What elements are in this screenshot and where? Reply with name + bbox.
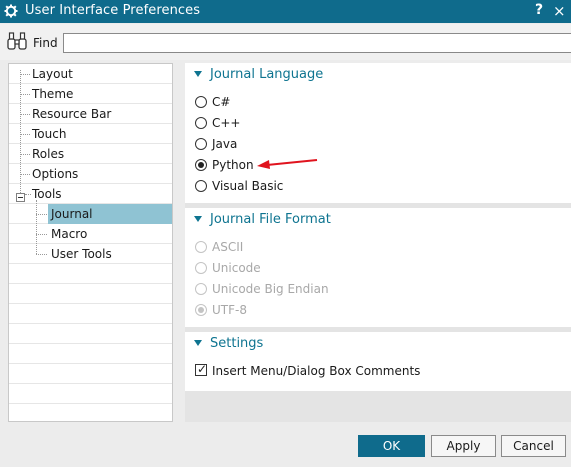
journal-file-format-title: Journal File Format	[210, 212, 331, 227]
tree-item-touch[interactable]: Touch	[32, 127, 66, 141]
radio-button-icon[interactable]	[195, 96, 207, 108]
apply-button[interactable]: Apply	[431, 435, 496, 457]
collapse-arrow-icon	[194, 71, 202, 77]
red-arrow-annotation	[257, 159, 318, 169]
radio-button-disabled-icon	[195, 241, 207, 253]
close-button[interactable]: ×	[553, 2, 566, 20]
title-bar: User Interface Preferences ? ×	[0, 0, 571, 23]
radio-button-disabled-icon	[195, 262, 207, 274]
settings-title: Settings	[210, 336, 264, 351]
radio-unicode-big-endian-label: Unicode Big Endian	[212, 282, 329, 296]
find-label: Find	[33, 36, 58, 50]
tree-item-journal[interactable]: Journal	[51, 207, 93, 221]
journal-language-title: Journal Language	[210, 67, 324, 82]
checkbox-checked-icon[interactable]: ✓	[195, 362, 208, 376]
help-button[interactable]: ?	[535, 2, 543, 18]
tree-item-roles[interactable]: Roles	[32, 147, 64, 161]
radio-python-label: Python	[212, 158, 254, 172]
journal-language-section: Journal Language C# C++ Java Python Visu…	[185, 63, 571, 203]
radio-cpp-label: C++	[212, 116, 241, 130]
binoculars-icon[interactable]	[6, 30, 28, 52]
radio-unicode-label: Unicode	[212, 261, 261, 275]
window-title: User Interface Preferences	[25, 3, 201, 18]
radio-ascii-label: ASCII	[212, 240, 244, 254]
radio-java-label: Java	[212, 137, 238, 151]
radio-button-disabled-selected-icon	[195, 304, 207, 316]
find-bar: Find	[0, 24, 571, 60]
settings-section: Settings ✓ Insert Menu/Dialog Box Commen…	[185, 332, 571, 391]
gear-icon	[4, 4, 18, 18]
tree-item-theme[interactable]: Theme	[32, 87, 73, 101]
tree-item-tools[interactable]: Tools	[32, 187, 62, 201]
tree-item-user-tools[interactable]: User Tools	[51, 247, 112, 261]
collapse-tools-toggle[interactable]	[16, 193, 25, 202]
radio-button-disabled-icon	[195, 283, 207, 295]
tree-item-layout[interactable]: Layout	[32, 67, 73, 81]
preferences-tree: Layout Theme Resource Bar Touch Roles Op…	[8, 63, 173, 422]
settings-header[interactable]: Settings	[185, 332, 571, 356]
journal-language-header[interactable]: Journal Language	[185, 63, 571, 87]
radio-button-selected-icon[interactable]	[195, 159, 207, 171]
cancel-button[interactable]: Cancel	[501, 435, 566, 457]
ok-button[interactable]: OK	[358, 435, 425, 457]
radio-button-icon[interactable]	[195, 180, 207, 192]
preferences-panel: Journal Language C# C++ Java Python Visu…	[185, 63, 571, 422]
radio-visual-basic-label: Visual Basic	[212, 179, 284, 193]
collapse-arrow-icon	[194, 216, 202, 222]
find-input[interactable]	[63, 33, 571, 53]
journal-file-format-header[interactable]: Journal File Format	[185, 208, 571, 232]
collapse-arrow-icon	[194, 340, 202, 346]
tree-item-macro[interactable]: Macro	[51, 227, 87, 241]
journal-file-format-section: Journal File Format ASCII Unicode Unicod…	[185, 208, 571, 327]
radio-button-icon[interactable]	[195, 117, 207, 129]
radio-button-icon[interactable]	[195, 138, 207, 150]
checkmark-icon: ✓	[197, 362, 208, 376]
insert-comments-label: Insert Menu/Dialog Box Comments	[212, 364, 421, 378]
tree-item-options[interactable]: Options	[32, 167, 78, 181]
radio-csharp-label: C#	[212, 95, 231, 109]
radio-utf8-label: UTF-8	[212, 303, 247, 317]
tree-item-resource-bar[interactable]: Resource Bar	[32, 107, 111, 121]
